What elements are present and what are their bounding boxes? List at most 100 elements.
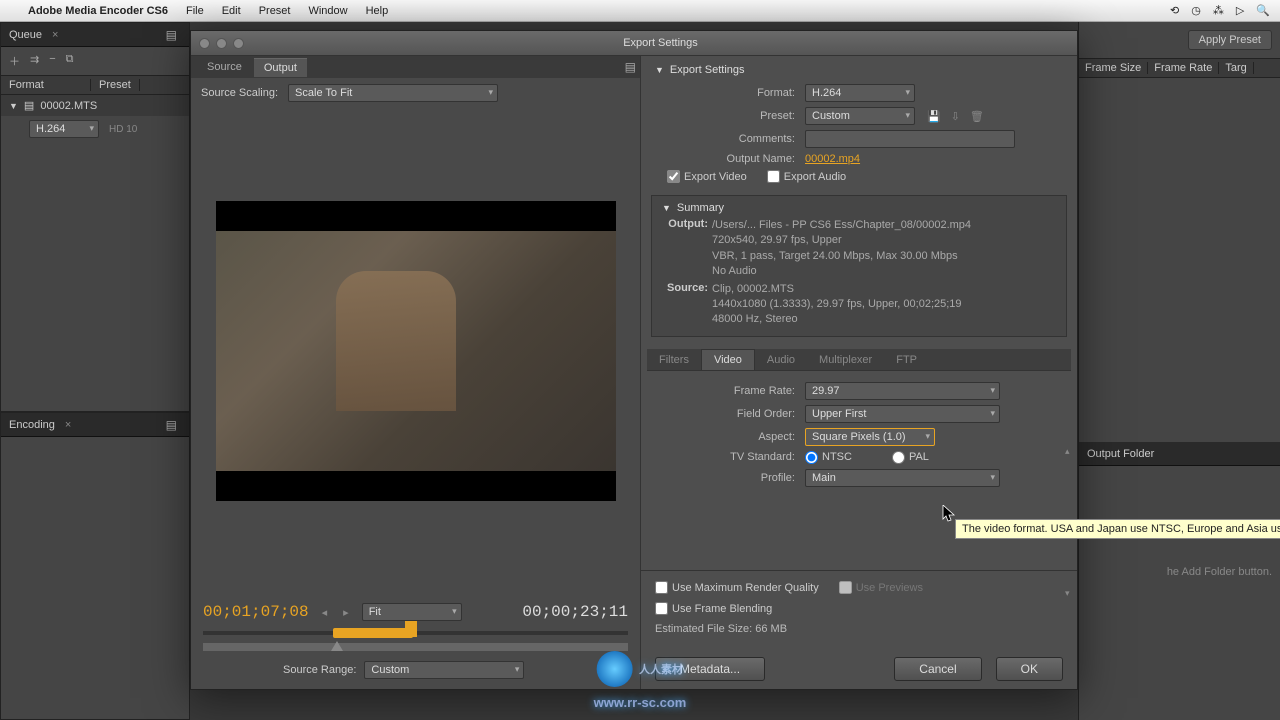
subtab-video[interactable]: Video: [701, 349, 755, 370]
col-frame-size[interactable]: Frame Size: [1079, 62, 1148, 74]
use-previews-checkbox: Use Previews: [839, 581, 923, 594]
source-range-label: Source Range:: [283, 664, 356, 676]
cursor-icon: [942, 505, 956, 523]
export-settings-dialog: Export Settings Source Output ▤ Source S…: [190, 30, 1078, 690]
output-name-label: Output Name:: [655, 153, 805, 165]
duration-timecode: 00;00;23;11: [522, 603, 628, 621]
tv-pal-radio[interactable]: PAL: [892, 451, 929, 464]
menu-preset[interactable]: Preset: [259, 5, 291, 17]
queue-panel: Queue × ▤ ＋ ⇉ − ⧉ Format Preset ▼ ▤ 0000…: [0, 22, 190, 412]
queue-row-output[interactable]: H.264 HD 10: [1, 116, 189, 142]
add-output-icon[interactable]: ⇉: [30, 53, 39, 69]
encoding-tab[interactable]: Encoding: [9, 419, 55, 431]
chevron-down-icon[interactable]: ▼: [655, 65, 664, 75]
sync-icon[interactable]: ⟲: [1170, 4, 1179, 17]
current-timecode[interactable]: 00;01;07;08: [203, 603, 309, 621]
timeline-slider[interactable]: [203, 631, 628, 635]
export-video-checkbox[interactable]: Export Video: [667, 170, 747, 183]
preview-pane: Source Output ▤ Source Scaling: Scale To…: [191, 56, 641, 689]
bluetooth-icon[interactable]: ⁂: [1213, 4, 1224, 17]
est-filesize-value: 66 MB: [755, 623, 787, 635]
menu-window[interactable]: Window: [308, 5, 347, 17]
save-preset-icon[interactable]: 💾: [927, 110, 941, 123]
volume-icon[interactable]: ▷: [1236, 4, 1244, 17]
comments-input[interactable]: [805, 130, 1015, 148]
apply-preset-button[interactable]: Apply Preset: [1188, 30, 1272, 50]
preset-label: Preset:: [655, 110, 805, 122]
window-zoom-icon[interactable]: [233, 38, 244, 49]
video-preview: [216, 201, 616, 501]
queue-filename: 00002.MTS: [40, 100, 97, 112]
tab-source[interactable]: Source: [197, 58, 252, 76]
frame-rate-dropdown[interactable]: 29.97: [805, 382, 1000, 400]
col-format[interactable]: Format: [1, 79, 91, 91]
menu-file[interactable]: File: [186, 5, 204, 17]
frame-blending-checkbox[interactable]: Use Frame Blending: [655, 602, 1063, 615]
summary-source-v: Clip, 00002.MTS 1440x1080 (1.3333), 29.9…: [712, 282, 1056, 328]
zoom-fit-dropdown[interactable]: Fit: [362, 603, 462, 621]
settings-pane: ▼ Export Settings Format: H.264 Preset: C…: [641, 56, 1077, 689]
subtab-multiplexer[interactable]: Multiplexer: [807, 350, 884, 370]
subtab-filters[interactable]: Filters: [647, 350, 701, 370]
import-preset-icon[interactable]: ⇩: [951, 110, 960, 123]
source-range-dropdown[interactable]: Custom: [364, 661, 524, 679]
queue-row-file[interactable]: ▼ ▤ 00002.MTS: [1, 95, 189, 116]
menu-edit[interactable]: Edit: [222, 5, 241, 17]
export-settings-title: Export Settings: [670, 64, 745, 76]
menu-help[interactable]: Help: [366, 5, 389, 17]
aspect-label: Aspect:: [655, 431, 805, 443]
step-back-icon[interactable]: ◂: [319, 606, 331, 619]
panel-menu-icon[interactable]: ▤: [621, 60, 640, 74]
tv-ntsc-radio[interactable]: NTSC: [805, 451, 852, 464]
playhead-icon[interactable]: [405, 621, 417, 637]
metadata-button[interactable]: Metadata...: [655, 657, 765, 681]
queue-tab[interactable]: Queue: [9, 29, 42, 41]
preset-dropdown[interactable]: Custom: [805, 107, 915, 125]
spotlight-icon[interactable]: 🔍: [1256, 4, 1270, 17]
settings-subtabs: Filters Video Audio Multiplexer FTP: [647, 349, 1071, 371]
col-target[interactable]: Targ: [1219, 62, 1253, 74]
queue-output-preset: HD 10: [109, 124, 137, 135]
field-order-dropdown[interactable]: Upper First: [805, 405, 1000, 423]
aspect-dropdown[interactable]: Square Pixels (1.0): [805, 428, 935, 446]
clock-icon[interactable]: ◷: [1191, 4, 1201, 17]
window-close-icon[interactable]: [199, 38, 210, 49]
queue-format-dropdown[interactable]: H.264: [29, 120, 99, 138]
window-minimize-icon[interactable]: [216, 38, 227, 49]
delete-preset-icon[interactable]: 🗑: [970, 110, 984, 123]
format-dropdown[interactable]: H.264: [805, 84, 915, 102]
summary-output-v: /Users/... Files - PP CS6 Ess/Chapter_08…: [712, 218, 1056, 280]
app-name[interactable]: Adobe Media Encoder CS6: [28, 5, 168, 17]
frame-rate-label: Frame Rate:: [655, 385, 805, 397]
max-render-quality-checkbox[interactable]: Use Maximum Render Quality: [655, 581, 819, 594]
field-order-label: Field Order:: [655, 408, 805, 420]
panel-menu-icon[interactable]: ▤: [162, 418, 181, 432]
subtab-ftp[interactable]: FTP: [884, 350, 929, 370]
chevron-down-icon[interactable]: ▼: [662, 203, 671, 213]
tab-output[interactable]: Output: [254, 58, 307, 77]
dialog-title: Export Settings: [252, 37, 1069, 49]
summary-source-k: Source:: [662, 282, 712, 328]
col-preset[interactable]: Preset: [91, 79, 140, 91]
subtab-audio[interactable]: Audio: [755, 350, 807, 370]
add-source-icon[interactable]: ＋: [9, 53, 20, 69]
profile-dropdown[interactable]: Main: [805, 469, 1000, 487]
mac-menubar: Adobe Media Encoder CS6 File Edit Preset…: [0, 0, 1280, 22]
cancel-button[interactable]: Cancel: [894, 657, 981, 681]
panel-menu-icon[interactable]: ▤: [162, 28, 181, 42]
step-fwd-icon[interactable]: ▸: [340, 606, 352, 619]
summary-box: ▼Summary Output:/Users/... Files - PP CS…: [651, 195, 1067, 337]
source-scaling-label: Source Scaling:: [201, 87, 278, 99]
summary-output-k: Output:: [662, 218, 712, 280]
output-name-link[interactable]: 00002.mp4: [805, 153, 860, 165]
format-label: Format:: [655, 87, 805, 99]
comments-label: Comments:: [655, 133, 805, 145]
source-scaling-dropdown[interactable]: Scale To Fit: [288, 84, 498, 102]
remove-icon[interactable]: −: [49, 53, 55, 69]
duplicate-icon[interactable]: ⧉: [66, 53, 74, 69]
profile-label: Profile:: [655, 472, 805, 484]
chevron-down-icon: ▼: [9, 101, 18, 111]
col-frame-rate[interactable]: Frame Rate: [1148, 62, 1219, 74]
ok-button[interactable]: OK: [996, 657, 1063, 681]
export-audio-checkbox[interactable]: Export Audio: [767, 170, 846, 183]
